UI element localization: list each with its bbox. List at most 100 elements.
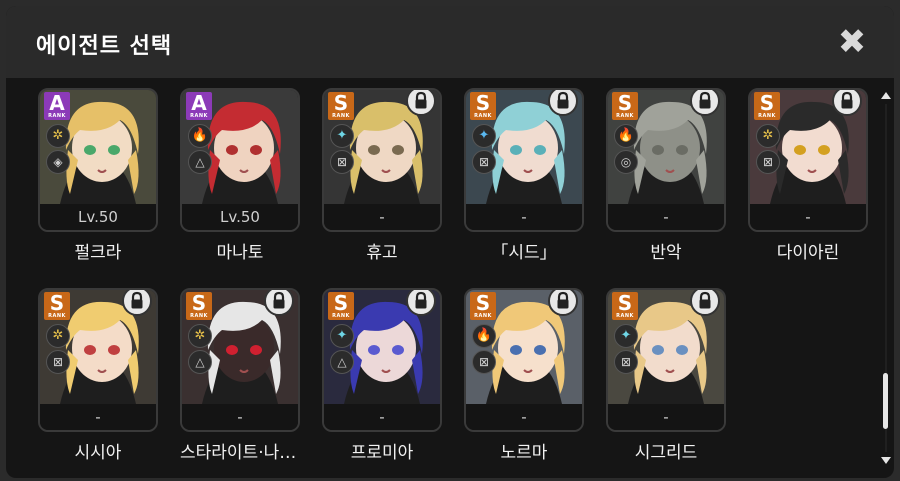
rank-badge-icon: S RANK — [612, 92, 638, 120]
physical-icon: ✲ — [188, 324, 212, 348]
agent-level: - — [750, 204, 866, 230]
agent-level: - — [608, 204, 724, 230]
rank-badge-icon: S RANK — [186, 292, 212, 320]
rank-label: RANK — [332, 113, 350, 119]
agent-grid: A RANK ✲ ◈ Lv.50 펄크라 A RANK 🔥 △ Lv.50 마나… — [6, 78, 874, 478]
agent-level: - — [466, 404, 582, 430]
lock-icon — [264, 290, 294, 316]
rank-label: RANK — [474, 113, 492, 119]
agent-card[interactable]: S RANK 🔥 ⊠ - 노르마 — [464, 288, 586, 463]
rank-label: RANK — [190, 313, 208, 319]
agent-select-dialog: 에이전트 선택 ✖ A RANK ✲ ◈ Lv.50 펄크라 A RANK 🔥 … — [6, 6, 894, 478]
attack-icon: △ — [188, 150, 212, 174]
agent-portrait-frame[interactable]: S RANK ✲ △ - — [180, 288, 300, 432]
ice-icon: ✦ — [614, 324, 638, 348]
physical-icon: ✲ — [46, 124, 70, 148]
lock-icon — [548, 290, 578, 316]
agent-portrait-frame[interactable]: S RANK ✦ ⊠ - — [606, 288, 726, 432]
agent-portrait-frame[interactable]: A RANK 🔥 △ Lv.50 — [180, 88, 300, 232]
ice-icon: ✦ — [472, 124, 496, 148]
rank-letter: S — [617, 91, 633, 115]
agent-card[interactable]: S RANK 🔥 ◎ - 반악 — [606, 88, 728, 263]
rank-letter: A — [191, 91, 207, 115]
agent-level: - — [324, 404, 440, 430]
rank-badge-icon: A RANK — [186, 92, 212, 120]
rank-label: RANK — [190, 113, 208, 119]
rank-letter: A — [49, 91, 65, 115]
dialog-title: 에이전트 선택 — [36, 34, 173, 59]
agent-card[interactable]: S RANK ✲ △ - 스타라이트·나이트 — [180, 288, 302, 463]
ice-icon: ✦ — [330, 324, 354, 348]
defense-icon: ◈ — [46, 150, 70, 174]
fire-icon: 🔥 — [614, 124, 638, 148]
agent-card[interactable]: S RANK ✲ ⊠ - 다이아린 — [748, 88, 870, 263]
agent-portrait-frame[interactable]: S RANK ✦ ⊠ - — [464, 88, 584, 232]
rank-label: RANK — [332, 313, 350, 319]
agent-portrait-frame[interactable]: S RANK ✲ ⊠ - — [38, 288, 158, 432]
physical-icon: ✲ — [46, 324, 70, 348]
agent-card[interactable]: A RANK ✲ ◈ Lv.50 펄크라 — [38, 88, 160, 263]
rank-label: RANK — [758, 113, 776, 119]
scroll-up-arrow-icon[interactable] — [881, 92, 891, 99]
close-icon[interactable]: ✖ — [834, 24, 870, 60]
agent-card[interactable]: S RANK ✦ ⊠ - 「시드」 — [464, 88, 586, 263]
agent-name: 펄크라 — [74, 243, 122, 263]
physical-icon: ✲ — [756, 124, 780, 148]
anomaly-icon: ⊠ — [330, 150, 354, 174]
lock-icon — [406, 90, 436, 116]
rank-badge-icon: S RANK — [44, 292, 70, 320]
agent-portrait-frame[interactable]: A RANK ✲ ◈ Lv.50 — [38, 88, 158, 232]
rank-badge-icon: S RANK — [754, 92, 780, 120]
agent-portrait-frame[interactable]: S RANK ✦ △ - — [322, 288, 442, 432]
agent-portrait-frame[interactable]: S RANK ✦ ⊠ - — [322, 88, 442, 232]
rank-badge-icon: S RANK — [470, 92, 496, 120]
lock-icon — [406, 290, 436, 316]
rank-letter: S — [333, 291, 349, 315]
anomaly-icon: ⊠ — [472, 150, 496, 174]
agent-name: 마나토 — [216, 243, 264, 263]
anomaly-icon: ⊠ — [756, 150, 780, 174]
lock-icon — [832, 90, 862, 116]
agent-card[interactable]: S RANK ✦ △ - 프로미아 — [322, 288, 444, 463]
lock-icon — [548, 90, 578, 116]
rank-badge-icon: A RANK — [44, 92, 70, 120]
agent-name: 다이아린 — [776, 243, 840, 263]
agent-name: 「시드」 — [491, 243, 557, 263]
scrollbar[interactable] — [880, 92, 892, 464]
agent-portrait-frame[interactable]: S RANK 🔥 ⊠ - — [464, 288, 584, 432]
rank-letter: S — [475, 291, 491, 315]
defense-icon: ◎ — [614, 150, 638, 174]
rank-label: RANK — [616, 113, 634, 119]
anomaly-icon: ⊠ — [614, 350, 638, 374]
attack-icon: △ — [188, 350, 212, 374]
agent-portrait-frame[interactable]: S RANK ✲ ⊠ - — [748, 88, 868, 232]
agent-level: Lv.50 — [182, 204, 298, 230]
agent-card[interactable]: S RANK ✦ ⊠ - 시그리드 — [606, 288, 728, 463]
anomaly-icon: ⊠ — [46, 350, 70, 374]
agent-card[interactable]: S RANK ✲ ⊠ - 시시아 — [38, 288, 160, 463]
rank-label: RANK — [48, 313, 66, 319]
agent-level: - — [608, 404, 724, 430]
rank-badge-icon: S RANK — [470, 292, 496, 320]
rank-badge-icon: S RANK — [328, 92, 354, 120]
scrollbar-thumb[interactable] — [883, 372, 888, 429]
rank-letter: S — [191, 291, 207, 315]
agent-level: - — [182, 404, 298, 430]
rank-label: RANK — [616, 313, 634, 319]
agent-level: - — [40, 404, 156, 430]
agent-portrait-frame[interactable]: S RANK 🔥 ◎ - — [606, 88, 726, 232]
lock-icon — [122, 290, 152, 316]
agent-card[interactable]: S RANK ✦ ⊠ - 휴고 — [322, 88, 444, 263]
scroll-down-arrow-icon[interactable] — [881, 457, 891, 464]
agent-name: 반악 — [650, 243, 682, 263]
rank-letter: S — [49, 291, 65, 315]
rank-letter: S — [759, 91, 775, 115]
rank-letter: S — [617, 291, 633, 315]
agent-name: 시시아 — [74, 443, 122, 463]
ice-icon: ✦ — [330, 124, 354, 148]
agent-name: 휴고 — [366, 243, 398, 263]
rank-label: RANK — [474, 313, 492, 319]
rank-letter: S — [333, 91, 349, 115]
agent-name: 시그리드 — [634, 443, 698, 463]
agent-card[interactable]: A RANK 🔥 △ Lv.50 마나토 — [180, 88, 302, 263]
